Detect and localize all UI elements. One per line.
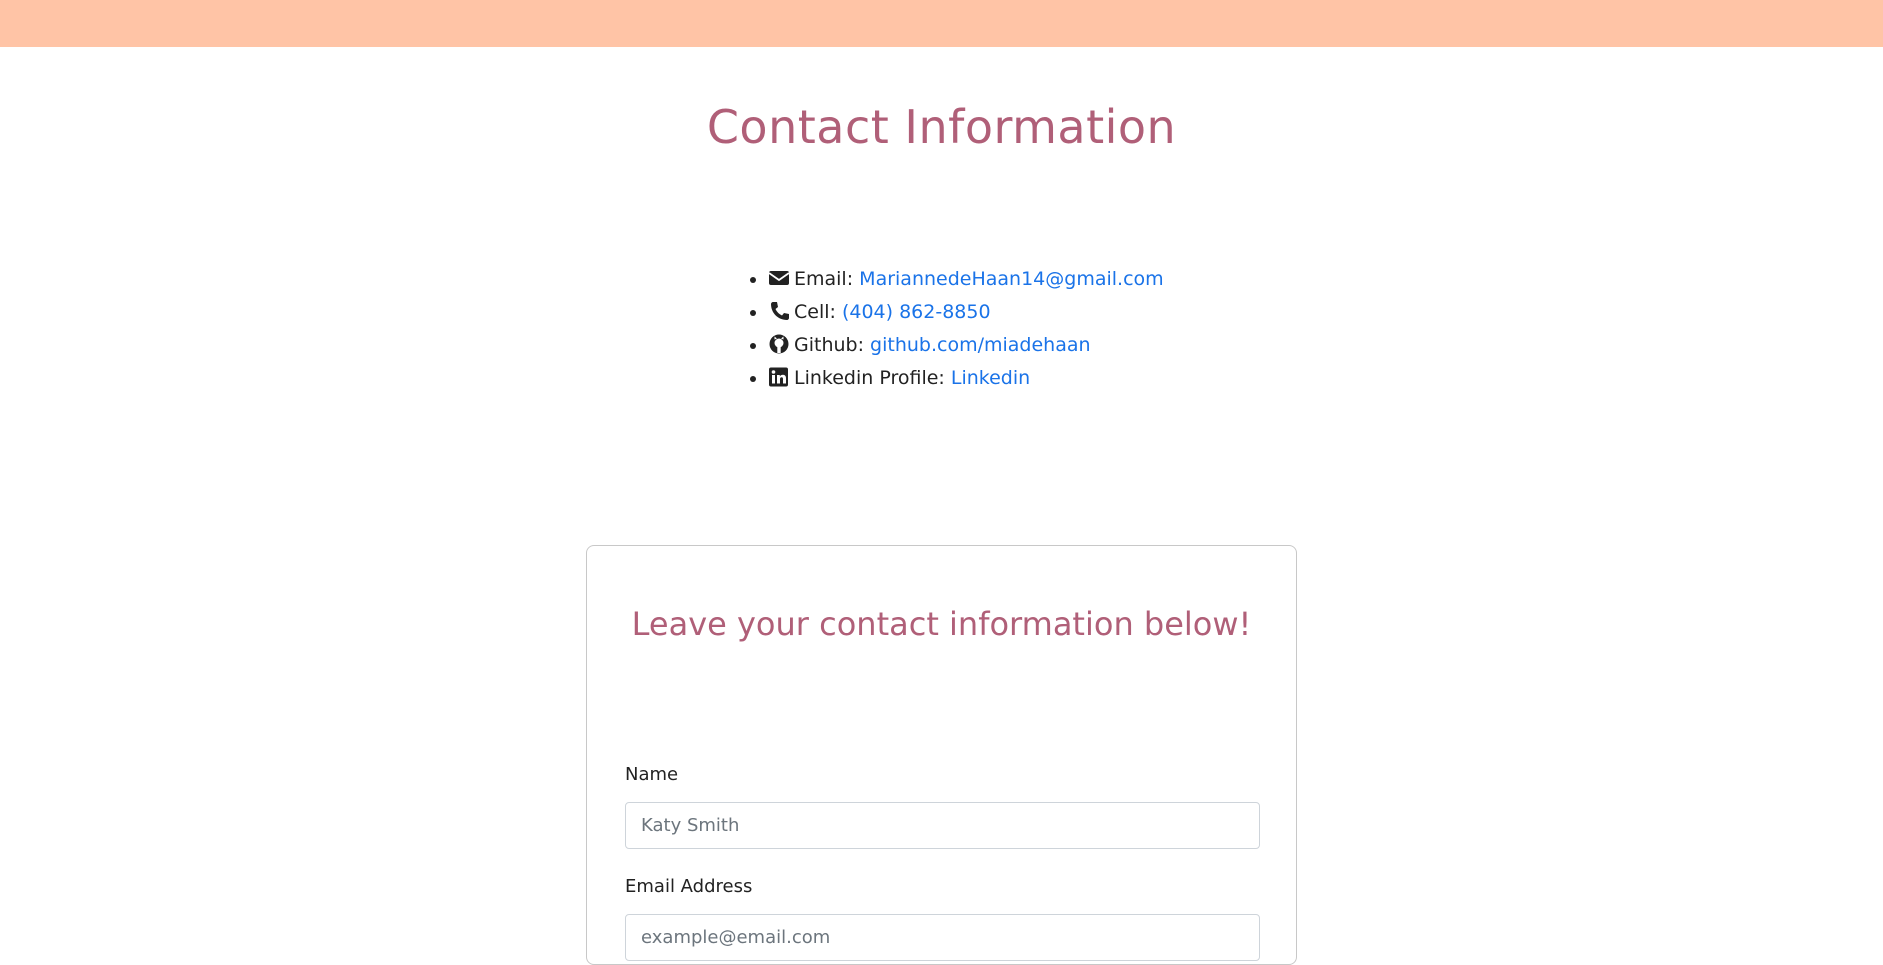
page-title: Contact Information — [706, 100, 1177, 154]
contact-label: Github: — [794, 334, 864, 356]
linkedin-link[interactable]: Linkedin — [951, 367, 1030, 389]
phone-link[interactable]: (404) 862-8850 — [842, 301, 991, 323]
contact-item-linkedin: Linkedin Profile: Linkedin — [768, 362, 1164, 395]
top-navbar — [0, 0, 1883, 47]
name-input[interactable] — [625, 802, 1260, 849]
contact-item-email: Email: MariannedeHaan14@gmail.com — [768, 263, 1164, 296]
phone-icon — [768, 301, 790, 321]
email-link[interactable]: MariannedeHaan14@gmail.com — [859, 268, 1163, 290]
name-label: Name — [625, 764, 679, 785]
contact-list: Email: MariannedeHaan14@gmail.com Cell: … — [748, 263, 1164, 395]
linkedin-icon — [768, 367, 790, 387]
contact-label: Email: — [794, 268, 854, 290]
form-title: Leave your contact information below! — [631, 605, 1252, 643]
contact-label: Linkedin Profile: — [794, 367, 945, 389]
contact-item-github: Github: github.com/miadehaan — [768, 329, 1164, 362]
github-icon — [768, 334, 790, 354]
email-input[interactable] — [625, 914, 1260, 961]
contact-form-card: Leave your contact information below! Na… — [586, 545, 1297, 965]
github-link[interactable]: github.com/miadehaan — [870, 334, 1091, 356]
envelope-icon — [768, 268, 790, 288]
contact-item-cell: Cell: (404) 862-8850 — [768, 296, 1164, 329]
contact-label: Cell: — [794, 301, 836, 323]
email-label: Email Address — [625, 876, 753, 897]
